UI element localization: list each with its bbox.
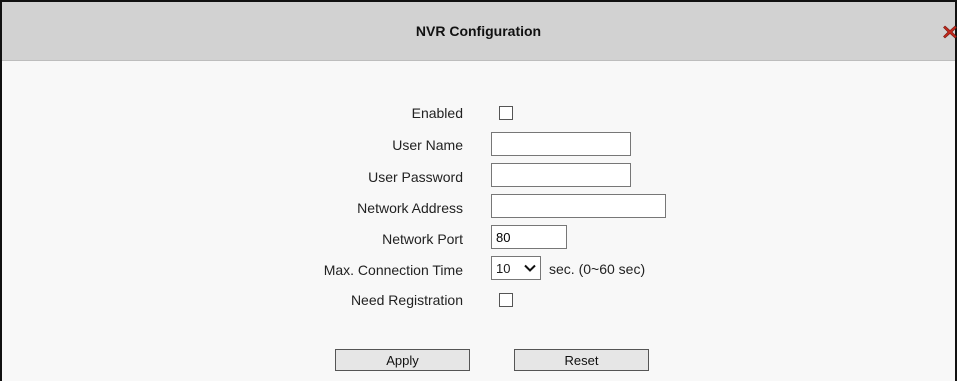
- enabled-label: Enabled: [411, 105, 463, 121]
- close-icon[interactable]: [943, 25, 957, 39]
- need-registration-checkbox[interactable]: [499, 293, 513, 307]
- network-address-input[interactable]: [491, 194, 666, 218]
- user-password-input[interactable]: [491, 163, 631, 187]
- apply-button[interactable]: Apply: [335, 349, 470, 371]
- network-port-input[interactable]: [491, 225, 567, 249]
- max-connection-time-label: Max. Connection Time: [323, 262, 463, 278]
- dialog-title: NVR Configuration: [415, 23, 542, 39]
- max-connection-time-select[interactable]: 10: [491, 256, 541, 280]
- nvr-configuration-dialog: NVR Configuration Enabled User Name User…: [0, 0, 957, 381]
- max-connection-time-suffix: sec. (0~60 sec): [549, 261, 646, 277]
- user-password-label: User Password: [368, 169, 463, 185]
- enabled-checkbox[interactable]: [499, 106, 513, 120]
- chevron-down-icon: [524, 262, 536, 277]
- need-registration-label: Need Registration: [350, 292, 463, 308]
- user-name-label: User Name: [392, 137, 463, 153]
- network-address-label: Network Address: [357, 200, 463, 216]
- dialog-titlebar: NVR Configuration: [2, 2, 955, 61]
- reset-button[interactable]: Reset: [514, 349, 649, 371]
- network-port-label: Network Port: [382, 231, 463, 247]
- max-connection-time-value: 10: [496, 260, 511, 276]
- user-name-input[interactable]: [491, 132, 631, 156]
